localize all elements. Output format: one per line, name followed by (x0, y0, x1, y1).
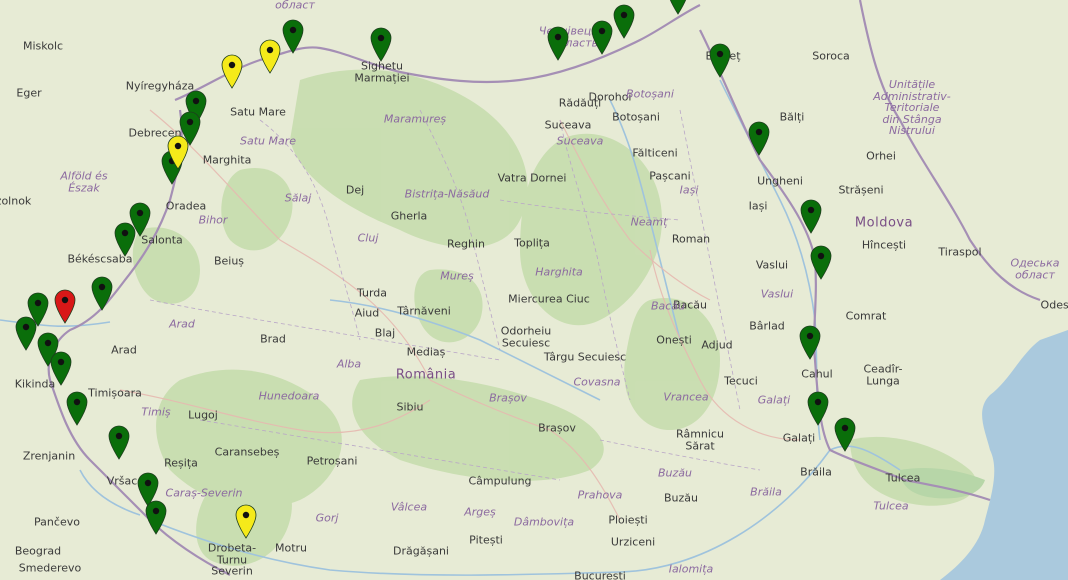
map-marker-green-pin-icon[interactable] (833, 416, 857, 452)
map-marker-yellow-pin-icon[interactable] (258, 38, 282, 74)
map-marker-green-pin-icon[interactable] (14, 315, 38, 351)
map-marker-yellow-pin-icon[interactable] (166, 134, 190, 170)
map-marker-green-pin-icon[interactable] (809, 244, 833, 280)
map-marker-green-pin-icon[interactable] (666, 0, 690, 15)
map-marker-green-pin-icon[interactable] (590, 19, 614, 55)
map-marker-green-pin-icon[interactable] (612, 3, 636, 39)
map-marker-yellow-pin-icon[interactable] (234, 503, 258, 539)
map-marker-green-pin-icon[interactable] (90, 275, 114, 311)
border-crossing-map[interactable]: Miskolc Eger Nyíregyháza Debrecen Satu Mare S… (0, 0, 1068, 580)
map-marker-red-pin-icon[interactable] (53, 288, 77, 324)
map-marker-yellow-pin-icon[interactable] (220, 53, 244, 89)
map-marker-green-pin-icon[interactable] (747, 120, 771, 156)
map-marker-green-pin-icon[interactable] (113, 221, 137, 257)
map-marker-green-pin-icon[interactable] (107, 424, 131, 460)
map-marker-green-pin-icon[interactable] (144, 499, 168, 535)
map-marker-green-pin-icon[interactable] (369, 26, 393, 62)
map-marker-green-pin-icon[interactable] (806, 390, 830, 426)
map-marker-green-pin-icon[interactable] (49, 350, 73, 386)
map-marker-green-pin-icon[interactable] (65, 390, 89, 426)
map-marker-green-pin-icon[interactable] (798, 324, 822, 360)
map-marker-green-pin-icon[interactable] (546, 25, 570, 61)
map-marker-green-pin-icon[interactable] (799, 198, 823, 234)
map-marker-green-pin-icon[interactable] (708, 42, 732, 78)
map-marker-green-pin-icon[interactable] (281, 18, 305, 54)
map-base-layer (0, 0, 1068, 580)
